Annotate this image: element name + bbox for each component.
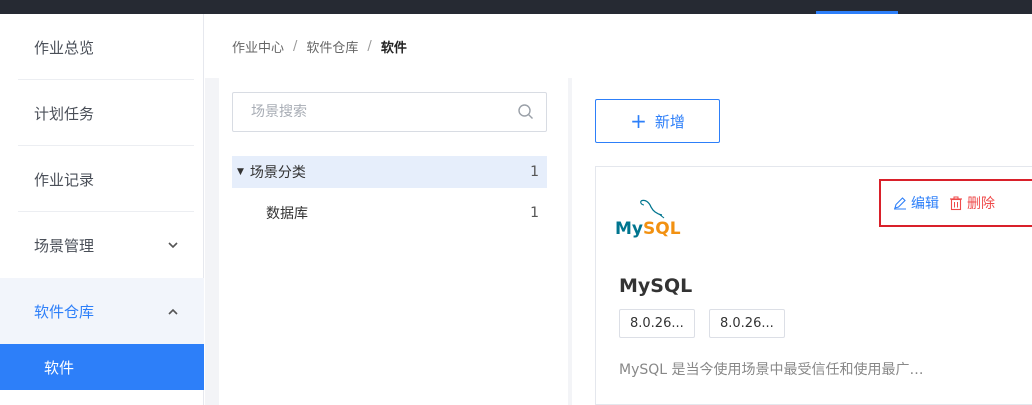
breadcrumb-separator: / — [367, 38, 372, 54]
sidebar-item-label: 计划任务 — [34, 104, 95, 123]
add-button[interactable]: + 新增 — [595, 99, 720, 143]
delete-label: 删除 — [967, 196, 995, 212]
breadcrumb-current: 软件 — [380, 40, 407, 56]
breadcrumb-item[interactable]: 作业中心 — [232, 37, 284, 56]
dolphin-icon — [640, 199, 665, 219]
sidebar-item-overview[interactable]: 作业总览 — [0, 14, 204, 80]
sidebar-subitem-label: 软件 — [44, 358, 75, 377]
chevron-up-icon — [168, 305, 178, 318]
search-icon[interactable] — [516, 102, 536, 122]
software-description: MySQL 是当今使用场景中最受信任和使用最广… — [619, 362, 924, 378]
sidebar-subitem-software[interactable]: 软件 — [0, 344, 204, 390]
tree-node-label: 数据库 — [266, 206, 308, 222]
sidebar-item-label: 软件仓库 — [34, 302, 95, 321]
sidebar-item-software-repository[interactable]: 软件仓库 — [0, 278, 204, 344]
trash-icon — [950, 196, 962, 210]
version-tag[interactable]: 8.0.26... — [619, 309, 695, 338]
top-bar — [0, 0, 1032, 14]
mysql-logo: MySQL — [615, 197, 681, 249]
tree-node-label: 场景分类 — [249, 165, 306, 181]
plus-icon: + — [630, 109, 647, 133]
edit-icon — [894, 197, 906, 210]
breadcrumb-item[interactable]: 软件仓库 — [306, 37, 358, 56]
software-card[interactable]: MySQL 编辑 删除 MySQL 8.0.26... 8.0.26... My… — [595, 166, 1032, 405]
software-list-panel: + 新增 MySQL 编辑 删除 MySQL 8.0.26... 8.0.26.… — [572, 78, 1032, 405]
main-area: 作业中心 / 软件仓库 / 软件 ▼ 场景分类 1 数据库 1 — [205, 14, 1032, 405]
sidebar-item-scheduled-tasks[interactable]: 计划任务 — [0, 80, 204, 146]
tree-node-scene-category[interactable]: ▼ 场景分类 1 — [232, 156, 547, 188]
breadcrumb: 作业中心 / 软件仓库 / 软件 — [205, 14, 1032, 78]
sidebar: 作业总览 计划任务 作业记录 场景管理 软件仓库 软件 — [0, 14, 204, 405]
scene-tree-panel: ▼ 场景分类 1 数据库 1 — [219, 78, 568, 405]
tree-node-count: 1 — [530, 164, 539, 180]
breadcrumb-separator: / — [293, 38, 298, 54]
sidebar-item-label: 作业总览 — [34, 38, 95, 57]
edit-label: 编辑 — [911, 196, 939, 212]
add-button-label: 新增 — [654, 112, 685, 131]
scene-search-input[interactable] — [249, 103, 503, 121]
tree-node-database[interactable]: 数据库 1 — [232, 197, 547, 229]
sidebar-item-label: 作业记录 — [34, 170, 95, 189]
sidebar-item-job-records[interactable]: 作业记录 — [0, 146, 204, 212]
card-actions-highlight: 编辑 删除 — [879, 179, 1032, 227]
software-title: MySQL — [619, 275, 693, 297]
sidebar-item-label: 场景管理 — [34, 236, 95, 255]
edit-button[interactable]: 编辑 — [893, 193, 939, 213]
caret-down-icon[interactable]: ▼ — [237, 167, 244, 177]
mysql-logo-text: MySQL — [615, 219, 681, 239]
tree-node-count: 1 — [530, 205, 539, 221]
scene-search-box[interactable] — [232, 92, 547, 132]
chevron-down-icon — [168, 239, 178, 252]
sidebar-item-scene-management[interactable]: 场景管理 — [0, 212, 204, 278]
delete-button[interactable]: 删除 — [949, 193, 995, 213]
version-tag[interactable]: 8.0.26... — [709, 309, 785, 338]
